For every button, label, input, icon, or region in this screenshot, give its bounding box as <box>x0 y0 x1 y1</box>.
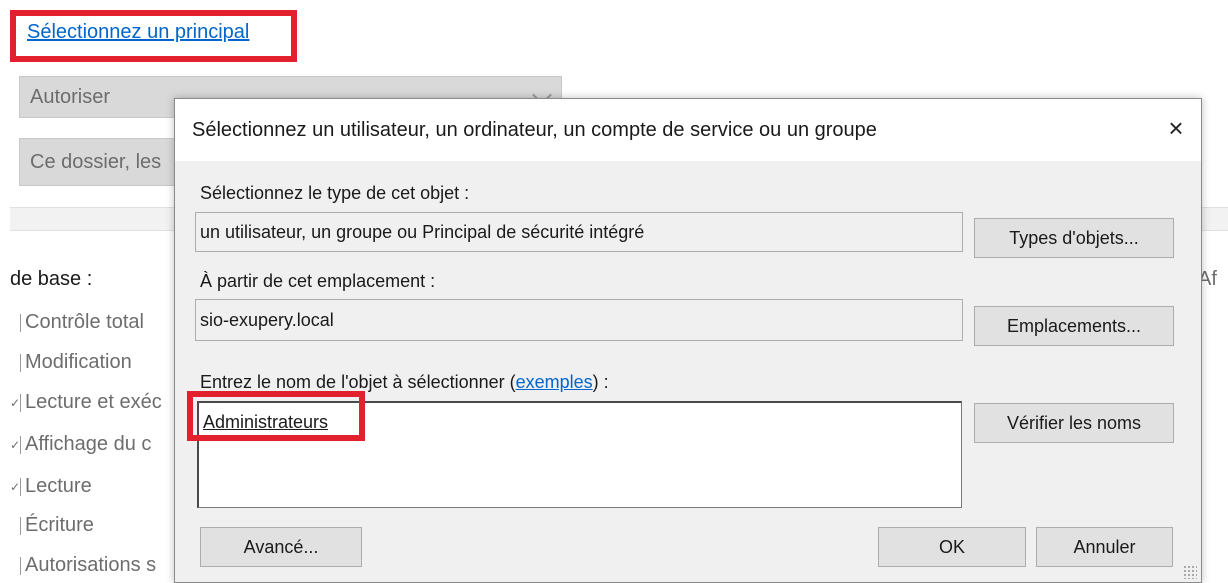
permission-label: Lecture et exéc <box>25 391 162 413</box>
type-select-value: Autoriser <box>30 85 111 108</box>
locations-button[interactable]: Emplacements... <box>974 306 1174 346</box>
applies-to-value: Ce dossier, les <box>30 150 162 173</box>
check-names-button[interactable]: Vérifier les noms <box>974 403 1174 443</box>
resize-grip-icon[interactable] <box>1183 565 1197 579</box>
object-name-label: Entrez le nom de l'objet à sélectionner … <box>200 372 609 393</box>
permission-label: Écriture <box>25 514 94 536</box>
ok-button[interactable]: OK <box>878 527 1026 567</box>
object-name-value: Administrateurs <box>203 412 329 432</box>
permission-checkbox[interactable] <box>10 516 21 535</box>
applies-to-select[interactable]: Ce dossier, les <box>19 138 179 186</box>
location-label: À partir de cet emplacement : <box>200 271 436 291</box>
permission-item[interactable]: Modification <box>10 351 132 374</box>
object-name-label-prefix: Entrez le nom de l'objet à sélectionner … <box>200 372 516 392</box>
permission-label: Lecture <box>25 475 92 497</box>
permission-item[interactable]: ✓ Lecture <box>10 475 92 498</box>
permission-checkbox[interactable] <box>10 353 21 372</box>
permission-checkbox[interactable]: ✓ <box>10 477 21 496</box>
permission-item[interactable]: Autorisations s <box>10 554 156 577</box>
close-icon[interactable]: × <box>1165 115 1187 141</box>
location-field: sio-exupery.local <box>195 299 963 341</box>
object-name-input[interactable]: Administrateurs <box>197 401 962 508</box>
examples-link[interactable]: exemples <box>516 372 593 392</box>
basic-permissions-heading: de base : <box>10 268 93 290</box>
cancel-button[interactable]: Annuler <box>1036 527 1173 567</box>
object-types-button[interactable]: Types d'objets... <box>974 218 1174 258</box>
location-value: sio-exupery.local <box>200 309 334 330</box>
permission-item[interactable]: Écriture <box>10 514 94 537</box>
permission-item[interactable]: ✓ Affichage du c <box>10 433 151 456</box>
select-principal-link[interactable]: Sélectionnez un principal <box>27 21 249 44</box>
permission-label: Affichage du c <box>25 433 152 455</box>
object-name-label-suffix: ) : <box>592 372 609 392</box>
permission-label: Contrôle total <box>25 311 144 333</box>
object-type-label: Sélectionnez le type de cet objet : <box>200 183 470 203</box>
advanced-button[interactable]: Avancé... <box>200 527 362 567</box>
object-type-value: un utilisateur, un groupe ou Principal d… <box>200 221 645 242</box>
dialog-title: Sélectionnez un utilisateur, un ordinate… <box>192 119 877 141</box>
permission-label: Autorisations s <box>25 554 157 576</box>
select-users-dialog: Sélectionnez un utilisateur, un ordinate… <box>174 98 1202 583</box>
permission-checkbox[interactable] <box>10 556 21 575</box>
permission-checkbox[interactable]: ✓ <box>10 393 21 412</box>
object-type-field: un utilisateur, un groupe ou Principal d… <box>195 212 963 252</box>
permission-item[interactable]: Contrôle total <box>10 311 144 334</box>
dialog-titlebar: Sélectionnez un utilisateur, un ordinate… <box>175 99 1201 161</box>
permission-checkbox[interactable] <box>10 313 21 332</box>
permission-item[interactable]: ✓ Lecture et exéc <box>10 391 162 414</box>
permission-checkbox[interactable]: ✓ <box>10 435 21 454</box>
permission-label: Modification <box>25 351 132 373</box>
